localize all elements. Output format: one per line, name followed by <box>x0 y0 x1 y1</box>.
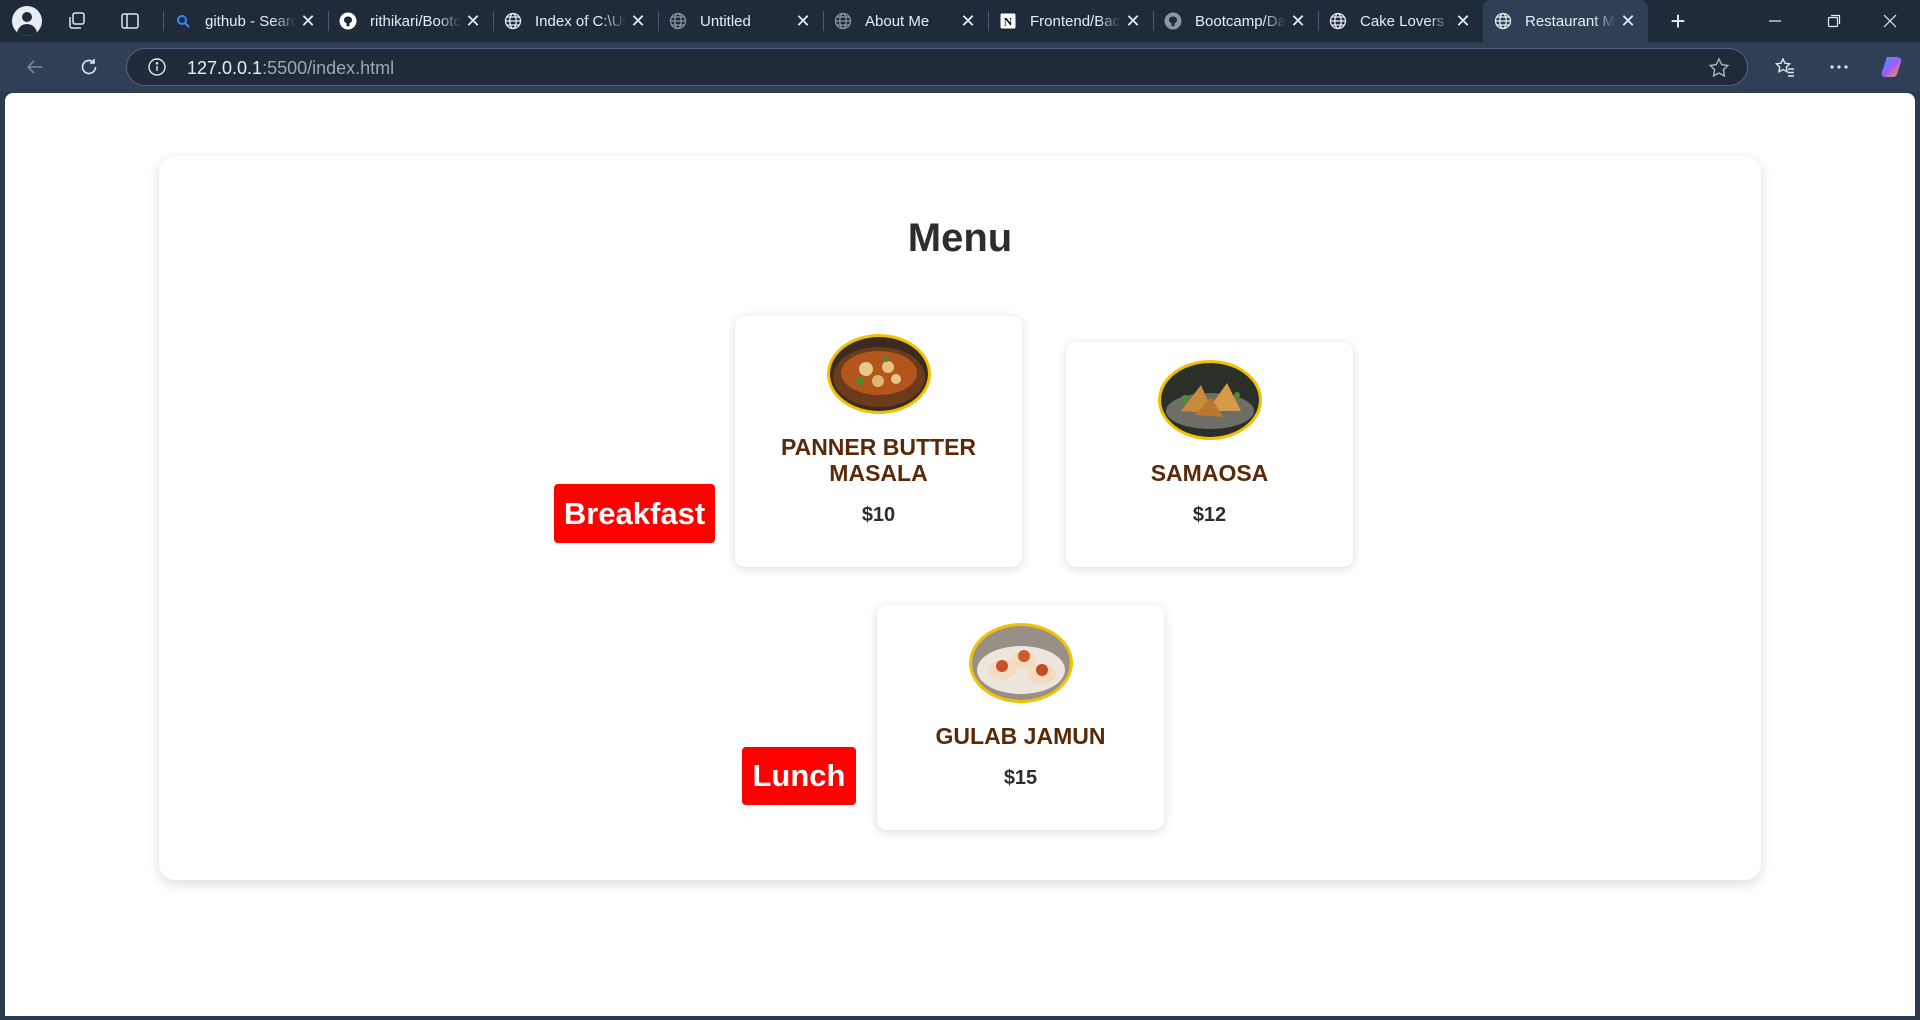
info-icon[interactable] <box>147 57 167 77</box>
tab-title: github - Search <box>205 12 296 30</box>
favorite-star-icon[interactable] <box>1707 56 1731 80</box>
close-icon[interactable]: ✕ <box>1451 9 1475 33</box>
category-breakfast-badge[interactable]: Breakfast <box>554 484 715 543</box>
page-viewport: Menu Breakfast PANNER BUTTER MASALA $10 <box>5 93 1915 1016</box>
samosa-plate-image <box>1157 360 1262 440</box>
tab-title: Bootcamp/Day <box>1195 12 1286 30</box>
url-text: 127.0.0.1:5500/index.html <box>187 58 394 79</box>
menu-container: Menu Breakfast PANNER BUTTER MASALA $10 <box>159 156 1761 880</box>
item-name: GULAB JAMUN <box>935 723 1106 749</box>
tab-title: Frontend/Backend <box>1030 12 1121 30</box>
github-icon <box>1163 11 1183 31</box>
close-icon[interactable]: ✕ <box>461 9 485 33</box>
tab-list: github - Search ✕ rithikari/Bootcamp ✕ I… <box>163 0 1648 42</box>
globe-icon <box>668 11 688 31</box>
tab-frontend-backend[interactable]: N Frontend/Backend ✕ <box>988 0 1153 42</box>
tab-untitled[interactable]: Untitled ✕ <box>658 0 823 42</box>
tab-title: Index of C:\Users <box>535 12 626 30</box>
globe-icon <box>833 11 853 31</box>
tab-title: rithikari/Bootcamp <box>370 12 461 30</box>
refresh-icon[interactable] <box>74 52 104 82</box>
url-host: 127.0.0.1 <box>187 58 263 78</box>
close-icon[interactable]: ✕ <box>1121 9 1145 33</box>
globe-icon <box>1493 11 1513 31</box>
close-icon[interactable]: ✕ <box>1616 9 1640 33</box>
tab-title: Untitled <box>700 12 751 30</box>
more-options-icon[interactable] <box>1824 52 1854 82</box>
notion-icon: N <box>998 11 1018 31</box>
curry-bowl-image <box>826 334 931 414</box>
item-price: $15 <box>1003 767 1038 789</box>
menu-item-card[interactable]: GULAB JAMUN $15 <box>877 605 1164 830</box>
tab-actions-icon[interactable] <box>115 6 145 36</box>
workspaces-icon[interactable] <box>62 6 92 36</box>
tab-bootcamp-day[interactable]: Bootcamp/Day ✕ <box>1153 0 1318 42</box>
page-title: Menu <box>907 216 1013 260</box>
tab-index-of[interactable]: Index of C:\Users ✕ <box>493 0 658 42</box>
copilot-icon[interactable] <box>1877 52 1907 82</box>
close-icon[interactable]: ✕ <box>296 9 320 33</box>
restore-icon[interactable] <box>1804 0 1864 42</box>
tab-title: About Me <box>865 12 930 30</box>
minimize-icon[interactable] <box>1745 0 1805 42</box>
svg-text:N: N <box>1004 15 1013 29</box>
tab-strip: github - Search ✕ rithikari/Bootcamp ✕ I… <box>0 0 1920 42</box>
tab-cake-lovers[interactable]: Cake Lovers Bakery ✕ <box>1318 0 1483 42</box>
item-price: $12 <box>1192 504 1227 526</box>
back-arrow-icon[interactable] <box>20 52 50 82</box>
menu-item-card[interactable]: PANNER BUTTER MASALA $10 <box>735 316 1022 567</box>
close-icon[interactable]: ✕ <box>791 9 815 33</box>
tab-rithikari-bootcamp[interactable]: rithikari/Bootcamp ✕ <box>328 0 493 42</box>
category-lunch-badge[interactable]: Lunch <box>742 747 856 805</box>
close-icon[interactable]: ✕ <box>1286 9 1310 33</box>
profile-avatar-icon[interactable] <box>12 6 42 36</box>
item-name: SAMAOSA <box>1150 460 1269 486</box>
globe-icon <box>1328 11 1348 31</box>
github-icon <box>338 11 358 31</box>
item-price: $10 <box>861 504 896 526</box>
favorites-icon[interactable] <box>1770 52 1800 82</box>
menu-item-card[interactable]: SAMAOSA $12 <box>1066 342 1353 567</box>
address-bar[interactable]: 127.0.0.1:5500/index.html <box>126 48 1748 86</box>
tab-restaurant-menu[interactable]: Restaurant Menu ✕ <box>1483 0 1648 42</box>
close-icon[interactable]: ✕ <box>626 9 650 33</box>
url-path: :5500/index.html <box>262 58 395 78</box>
tab-title: Cake Lovers Bakery <box>1360 12 1451 30</box>
new-tab-icon[interactable]: + <box>1663 6 1693 36</box>
close-icon[interactable]: ✕ <box>956 9 980 33</box>
item-name: PANNER BUTTER MASALA <box>780 434 977 486</box>
tab-github-search[interactable]: github - Search ✕ <box>163 0 328 42</box>
globe-icon <box>503 11 523 31</box>
tab-about-me[interactable]: About Me ✕ <box>823 0 988 42</box>
dessert-plate-image <box>968 623 1073 703</box>
close-window-icon[interactable] <box>1860 0 1920 42</box>
tab-title: Restaurant Menu <box>1525 12 1616 30</box>
search-icon <box>173 11 193 31</box>
browser-toolbar: 127.0.0.1:5500/index.html <box>0 42 1920 92</box>
